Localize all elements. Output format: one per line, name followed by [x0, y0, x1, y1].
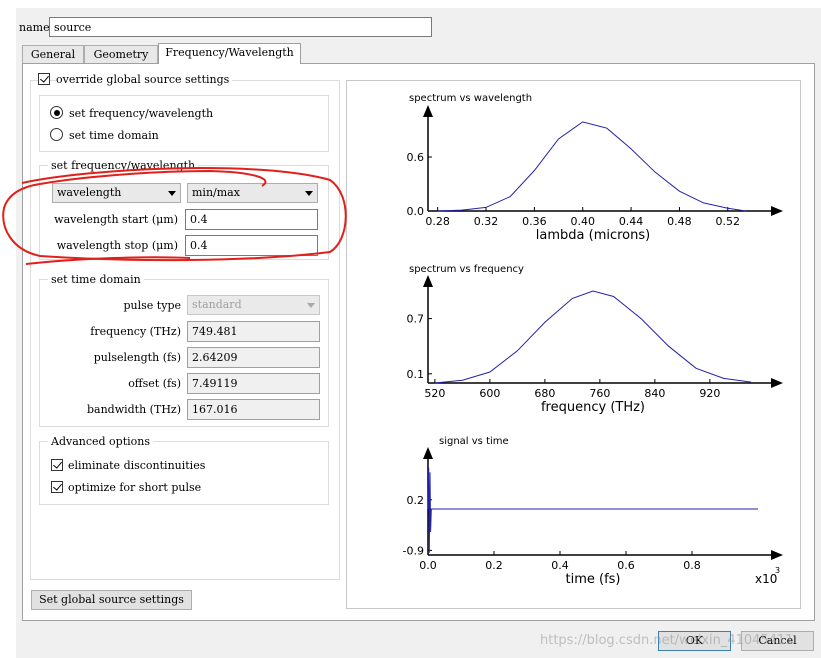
- y-tick-label: 0.0: [407, 205, 425, 218]
- tab-geometry[interactable]: Geometry: [84, 45, 158, 63]
- x-tick-label: 0.32: [474, 215, 499, 228]
- mode-frequency-label: set frequency/wavelength: [69, 107, 214, 120]
- time-domain-group-title: set time domain: [48, 273, 144, 286]
- frequency-group-title: set frequency/wavelength: [48, 159, 199, 172]
- x-tick-label: 0.6: [617, 559, 635, 572]
- frequency-field[interactable]: 749.481: [187, 321, 320, 342]
- plots-svg: spectrum vs wavelength 0.28 0.32 0.36 0.40 0.…: [403, 93, 783, 587]
- y-tick-label: 0.6: [407, 151, 425, 164]
- dropdown-arrow-icon: [168, 191, 176, 196]
- x-axis-arrow-icon: [771, 378, 783, 388]
- advanced-group: [39, 441, 329, 505]
- pulse-type-label: pulse type: [123, 299, 181, 312]
- y-axis-arrow-icon: [423, 105, 433, 117]
- x-axis-label: time (fs): [566, 572, 621, 587]
- pulse-type-value: standard: [192, 298, 242, 311]
- x-axis-label: frequency (THz): [541, 400, 645, 415]
- dropdown-arrow-icon: [307, 303, 315, 308]
- frequency-label: frequency (THz): [90, 325, 181, 338]
- y-axis-arrow-icon: [423, 447, 433, 459]
- set-global-source-settings-button[interactable]: Set global source settings: [31, 590, 192, 610]
- plot-panel: spectrum vs wavelength 0.28 0.32 0.36 0.40 0.…: [346, 80, 801, 609]
- wavelength-start-input[interactable]: 0.4: [185, 209, 318, 230]
- range-value: min/max: [192, 186, 240, 199]
- x-tick-label: 760: [589, 387, 610, 400]
- x-tick-label: 0.52: [716, 215, 741, 228]
- x-tick-label: 0.36: [522, 215, 547, 228]
- series-line: [437, 121, 746, 212]
- x-tick-label: 680: [534, 387, 555, 400]
- pulse-type-select[interactable]: standard: [187, 295, 320, 315]
- y-tick-label: 0.7: [407, 313, 425, 326]
- optimize-short-pulse-label: optimize for short pulse: [68, 481, 202, 494]
- chart-title: spectrum vs frequency: [409, 264, 524, 275]
- series-line: [434, 290, 752, 384]
- eliminate-discontinuities-checkbox[interactable]: [51, 459, 63, 471]
- bandwidth-label: bandwidth (THz): [86, 403, 181, 416]
- optimize-short-pulse-checkbox[interactable]: [51, 481, 63, 493]
- y-tick-label: 0.1: [407, 368, 425, 381]
- x-tick-label: 520: [424, 387, 445, 400]
- watermark: https://blog.csdn.net/weixin_41045411: [540, 633, 794, 648]
- y-tick-label: -0.9: [403, 544, 424, 557]
- mode-time-label: set time domain: [69, 129, 159, 142]
- spectrum-type-select[interactable]: wavelength: [52, 183, 181, 203]
- override-checkbox[interactable]: [38, 73, 50, 85]
- chart-title: signal vs time: [439, 436, 509, 447]
- wavelength-stop-label: wavelength stop (μm): [56, 239, 178, 252]
- x-tick-label: 600: [479, 387, 500, 400]
- name-field[interactable]: source: [49, 17, 432, 37]
- chart-title: spectrum vs wavelength: [409, 93, 532, 104]
- x-tick-label: 0.2: [485, 559, 503, 572]
- x-tick-label: 840: [644, 387, 665, 400]
- x-axis-arrow-icon: [771, 206, 783, 216]
- x-axis-label: lambda (microns): [536, 228, 650, 243]
- x-tick-label: 0.4: [551, 559, 569, 572]
- bandwidth-field[interactable]: 167.016: [187, 399, 320, 420]
- advanced-group-title: Advanced options: [48, 435, 154, 448]
- y-tick-label: 0.2: [407, 494, 425, 507]
- wavelength-start-label: wavelength start (μm): [54, 213, 178, 226]
- name-label: name: [19, 21, 50, 34]
- pulselength-field[interactable]: 2.64209: [187, 347, 320, 368]
- x-tick-label: 0.28: [425, 215, 450, 228]
- offset-label: offset (fs): [128, 377, 181, 390]
- x-tick-label: 0.0: [419, 559, 437, 572]
- x-tick-label: 920: [699, 387, 720, 400]
- offset-field[interactable]: 7.49119: [187, 373, 320, 394]
- mode-radio-time[interactable]: [50, 128, 63, 141]
- dropdown-arrow-icon: [305, 191, 313, 196]
- x-tick-label: 0.40: [570, 215, 595, 228]
- pulselength-label: pulselength (fs): [93, 351, 181, 364]
- x-tick-label: 0.44: [619, 215, 644, 228]
- x-tick-label: 0.8: [683, 559, 701, 572]
- mode-radio-frequency[interactable]: [50, 106, 63, 119]
- override-label: override global source settings: [56, 73, 233, 86]
- x-axis-arrow-icon: [771, 550, 783, 560]
- mode-group: [39, 95, 329, 152]
- y-axis-arrow-icon: [423, 275, 433, 287]
- eliminate-discontinuities-label: eliminate discontinuities: [68, 459, 206, 472]
- series-line: [427, 467, 758, 553]
- tab-general[interactable]: General: [22, 45, 84, 63]
- x-tick-label: 0.48: [667, 215, 692, 228]
- wavelength-stop-input[interactable]: 0.4: [185, 235, 318, 256]
- spectrum-type-value: wavelength: [57, 186, 122, 199]
- x-axis-multiplier-exponent: 3: [775, 566, 780, 575]
- range-select[interactable]: min/max: [187, 183, 318, 203]
- tab-frequency-wavelength[interactable]: Frequency/Wavelength: [158, 43, 301, 64]
